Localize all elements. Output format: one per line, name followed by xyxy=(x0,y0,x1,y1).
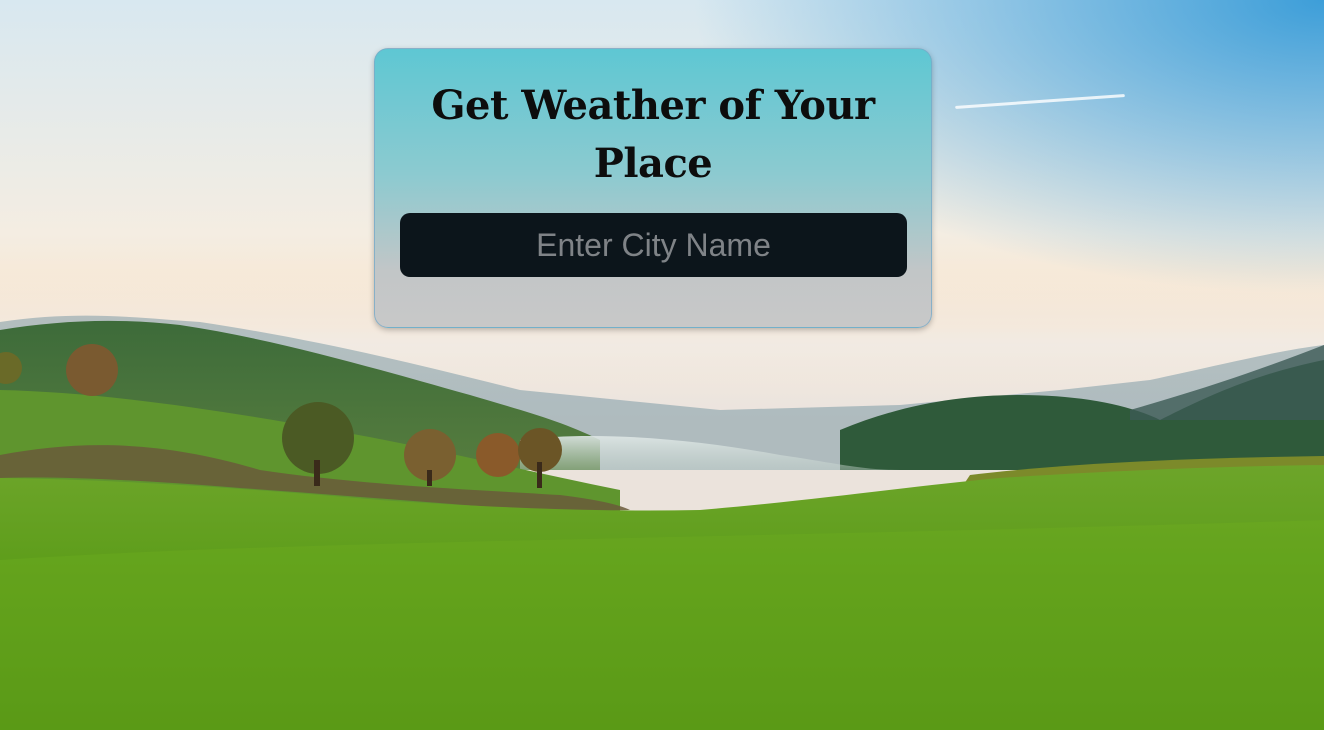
city-search-input[interactable] xyxy=(400,213,907,277)
weather-search-card: Get Weather of Your Place xyxy=(374,48,932,328)
page-title: Get Weather of Your Place xyxy=(431,82,875,187)
